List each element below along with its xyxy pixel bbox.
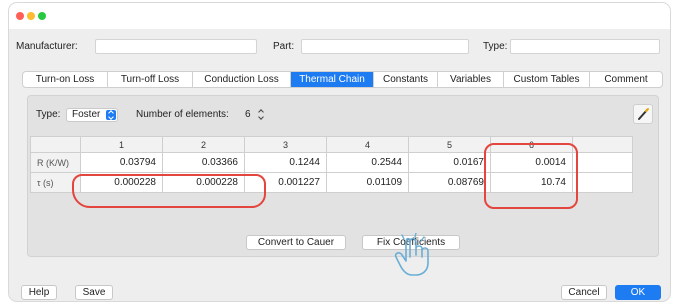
empty-header-cell [572,136,633,153]
table-cell[interactable]: 0.2544 [326,152,409,173]
cancel-button[interactable]: Cancel [561,285,607,300]
fix-coefficients-button[interactable]: Fix Coefficients [362,235,460,250]
corner-header-cell [30,136,81,153]
close-window-button[interactable] [16,12,24,20]
column-header: 2 [162,136,245,153]
magic-wand-icon [638,108,649,120]
chain-type-select[interactable]: Foster [66,108,118,122]
column-header: 6 [490,136,573,153]
help-button[interactable]: Help [21,285,57,300]
table-cell[interactable]: 0.03366 [162,152,245,173]
row-header: τ (s) [30,172,81,193]
column-header: 5 [408,136,491,153]
elements-label: Number of elements: [136,109,229,120]
tab-thermal-chain[interactable]: Thermal Chain [291,72,374,87]
thermal-chain-panel: Type: Foster Number of elements: 6 1 2 3… [27,95,659,257]
convert-to-cauer-button[interactable]: Convert to Cauer [246,235,346,250]
tab-conduction-loss[interactable]: Conduction Loss [193,72,291,87]
part-label: Part: [273,41,295,52]
column-header: 1 [80,136,163,153]
auto-fit-button[interactable] [633,104,653,124]
tab-constants[interactable]: Constants [374,72,438,87]
tab-comment[interactable]: Comment [590,72,662,87]
device-info-row: Manufacturer: Part: Type: [9,39,670,55]
chain-type-value: Foster [72,109,101,120]
column-header: 4 [326,136,409,153]
dialog-window: Manufacturer: Part: Type: Turn-on Loss T… [8,2,671,302]
elements-value: 6 [245,109,251,120]
manufacturer-label: Manufacturer: [16,41,78,52]
type-select[interactable] [510,39,660,54]
chain-type-label: Type: [36,109,61,120]
table-cell[interactable]: 0.1244 [244,152,327,173]
thermal-chain-table: 1 2 3 4 5 6 R (K/W) 0.03794 0.03366 0.12… [30,136,633,193]
tab-bar: Turn-on Loss Turn-off Loss Conduction Lo… [22,71,663,88]
table-cell[interactable]: 0.0014 [490,152,573,173]
table-cell[interactable]: 0.03794 [80,152,163,173]
part-field[interactable] [301,39,469,54]
empty-cell [572,172,633,193]
thermal-options-row: Type: Foster Number of elements: 6 [34,108,634,122]
tab-turn-off-loss[interactable]: Turn-off Loss [108,72,193,87]
table-cell[interactable]: 0.000228 [162,172,245,193]
table-row: τ (s) 0.000228 0.000228 0.001227 0.01109… [30,172,633,193]
minimize-window-button[interactable] [27,12,35,20]
type-label: Type: [483,41,508,52]
title-bar [9,3,670,29]
table-cell[interactable]: 0.0167 [408,152,491,173]
table-cell[interactable]: 0.000228 [80,172,163,193]
table-cell[interactable]: 0.08769 [408,172,491,193]
table-cell[interactable]: 0.01109 [326,172,409,193]
ok-button[interactable]: OK [615,285,661,300]
table-row: R (K/W) 0.03794 0.03366 0.1244 0.2544 0.… [30,152,633,173]
column-header: 3 [244,136,327,153]
zoom-window-button[interactable] [38,12,46,20]
save-button[interactable]: Save [75,285,113,300]
table-cell[interactable]: 10.74 [490,172,573,193]
chevron-up-down-icon [106,110,116,120]
elements-stepper[interactable] [257,108,266,122]
table-header-row: 1 2 3 4 5 6 [30,136,633,153]
tab-variables[interactable]: Variables [438,72,504,87]
tab-custom-tables[interactable]: Custom Tables [504,72,590,87]
table-cell[interactable]: 0.001227 [244,172,327,193]
tab-turn-on-loss[interactable]: Turn-on Loss [23,72,108,87]
manufacturer-field[interactable] [95,39,257,54]
empty-cell [572,152,633,173]
row-header: R (K/W) [30,152,81,173]
